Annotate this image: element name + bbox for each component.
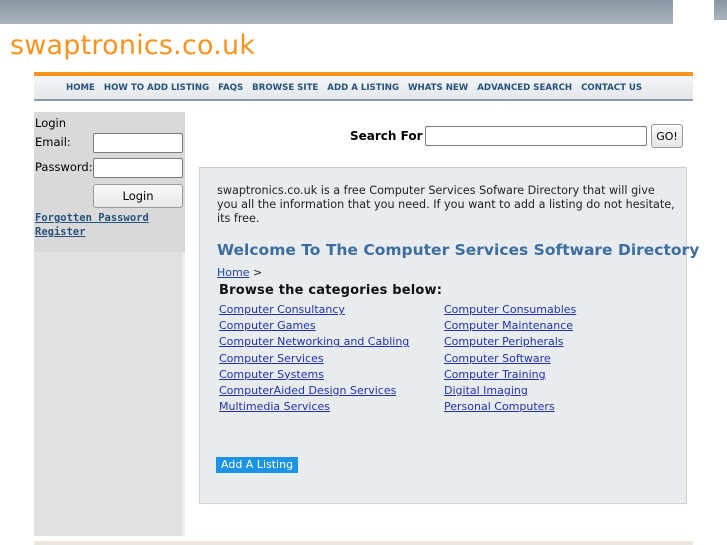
category-link[interactable]: Computer Networking and Cabling bbox=[219, 334, 409, 350]
nav-browse-site[interactable]: BROWSE SITE bbox=[252, 83, 318, 93]
email-field[interactable] bbox=[93, 133, 183, 153]
breadcrumb-home-link[interactable]: Home bbox=[217, 266, 249, 279]
top-banner-bar bbox=[0, 0, 673, 24]
nav-add-a-listing[interactable]: ADD A LISTING bbox=[327, 83, 399, 93]
browse-heading: Browse the categories below: bbox=[219, 283, 443, 298]
nav-home[interactable]: HOME bbox=[66, 83, 95, 93]
footer-divider bbox=[34, 541, 693, 545]
main-nav: HOME HOW TO ADD LISTING FAQS BROWSE SITE… bbox=[34, 76, 693, 101]
forgotten-password-link[interactable]: Forgotten Password bbox=[35, 212, 149, 224]
password-field[interactable] bbox=[93, 158, 183, 178]
category-link[interactable]: Computer Systems bbox=[219, 367, 409, 383]
email-label: Email: bbox=[35, 135, 71, 149]
nav-whats-new[interactable]: WHATS NEW bbox=[408, 83, 468, 93]
category-link[interactable]: ComputerAided Design Services bbox=[219, 383, 409, 399]
nav-how-to-add-listing[interactable]: HOW TO ADD LISTING bbox=[104, 83, 209, 93]
category-link[interactable]: Computer Software bbox=[444, 351, 576, 367]
search-label: Search For bbox=[350, 129, 423, 143]
category-link[interactable]: Multimedia Services bbox=[219, 399, 409, 415]
add-listing-button[interactable]: Add A Listing bbox=[216, 457, 299, 473]
nav-contact-us[interactable]: CONTACT US bbox=[581, 83, 642, 93]
nav-faqs[interactable]: FAQS bbox=[218, 83, 243, 93]
category-link[interactable]: Personal Computers bbox=[444, 399, 576, 415]
nav-advanced-search[interactable]: ADVANCED SEARCH bbox=[477, 83, 572, 93]
search-go-button[interactable]: GO! bbox=[651, 124, 683, 148]
category-link[interactable]: Computer Consultancy bbox=[219, 302, 409, 318]
site-logo[interactable]: swaptronics.co.uk bbox=[10, 30, 255, 61]
login-title: Login bbox=[35, 116, 67, 130]
category-column-right: Computer Consumables Computer Maintenanc… bbox=[444, 302, 576, 415]
category-column-left: Computer Consultancy Computer Games Comp… bbox=[219, 302, 409, 415]
intro-text: swaptronics.co.uk is a free Computer Ser… bbox=[217, 184, 675, 225]
category-link[interactable]: Computer Peripherals bbox=[444, 334, 576, 350]
category-link[interactable]: Digital Imaging bbox=[444, 383, 576, 399]
login-button[interactable]: Login bbox=[93, 184, 183, 208]
category-link[interactable]: Computer Maintenance bbox=[444, 318, 576, 334]
sidebar: Login Email: Password: Login Forgotten P… bbox=[34, 112, 185, 536]
category-link[interactable]: Computer Games bbox=[219, 318, 409, 334]
category-link[interactable]: Computer Training bbox=[444, 367, 576, 383]
search-input[interactable] bbox=[425, 126, 647, 146]
page-title: Welcome To The Computer Services Softwar… bbox=[217, 241, 700, 259]
password-label: Password: bbox=[35, 160, 93, 174]
breadcrumb: Home > bbox=[217, 266, 262, 279]
breadcrumb-separator: > bbox=[249, 266, 263, 279]
category-link[interactable]: Computer Services bbox=[219, 351, 409, 367]
content-panel: swaptronics.co.uk is a free Computer Ser… bbox=[199, 167, 699, 504]
register-link[interactable]: Register bbox=[35, 226, 86, 238]
category-link[interactable]: Computer Consumables bbox=[444, 302, 576, 318]
top-banner-bar-right bbox=[714, 0, 727, 20]
login-box: Login Email: Password: Login Forgotten P… bbox=[34, 112, 185, 252]
